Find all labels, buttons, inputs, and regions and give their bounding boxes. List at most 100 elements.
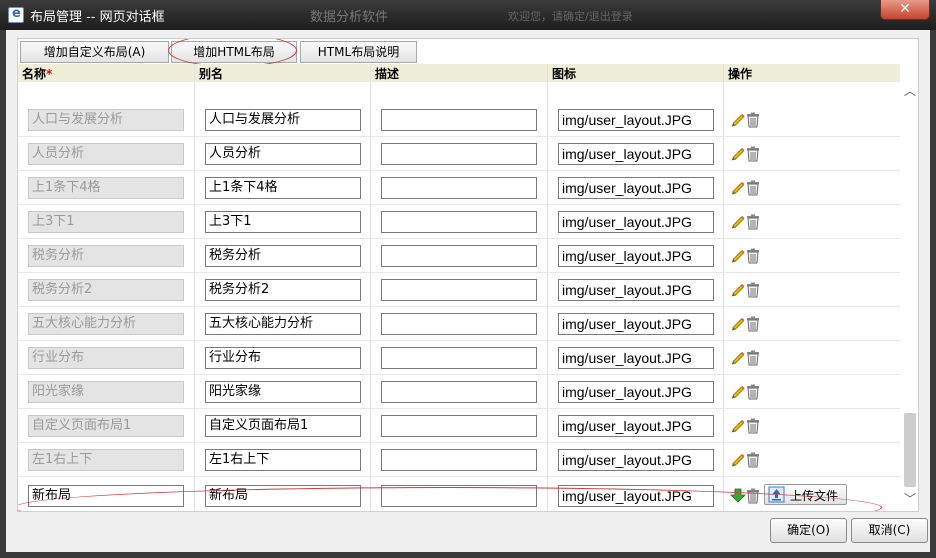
name-field-readonly: 左1右上下	[28, 449, 184, 471]
cancel-button[interactable]: 取消(C)	[851, 518, 928, 543]
scroll-thumb[interactable]	[904, 413, 916, 487]
description-input[interactable]	[381, 109, 537, 131]
table-row: 左1右上下 左1右上下 img/user_layout.JPG	[18, 443, 900, 477]
alias-input[interactable]: 阳光家缘	[205, 381, 361, 403]
name-field-readonly: 阳光家缘	[28, 381, 184, 403]
icon-path-input[interactable]: img/user_layout.JPG	[558, 211, 714, 233]
new-name-input[interactable]: 新布局	[28, 485, 184, 507]
alias-input[interactable]: 人员分析	[205, 143, 361, 165]
pencil-icon[interactable]	[730, 418, 746, 434]
description-input[interactable]	[381, 245, 537, 267]
pencil-icon[interactable]	[730, 384, 746, 400]
description-input[interactable]	[381, 381, 537, 403]
pencil-icon[interactable]	[730, 316, 746, 332]
icon-path-input[interactable]: img/user_layout.JPG	[558, 109, 714, 131]
trash-icon[interactable]	[746, 214, 760, 230]
header-operations: 操作	[728, 67, 753, 81]
trash-icon[interactable]	[746, 418, 760, 434]
pencil-icon[interactable]	[730, 146, 746, 162]
alias-input[interactable]: 自定义页面布局1	[205, 415, 361, 437]
pencil-icon[interactable]	[730, 248, 746, 264]
trash-icon[interactable]	[746, 248, 760, 264]
upload-file-button[interactable]: 上传文件	[764, 484, 847, 505]
table-row: 税务分析 税务分析 img/user_layout.JPG	[18, 239, 900, 273]
table-row: 人员分析 人员分析 img/user_layout.JPG	[18, 137, 900, 171]
tab-add-custom-layout[interactable]: 增加自定义布局(A)	[20, 41, 169, 63]
trash-icon[interactable]	[746, 146, 760, 162]
icon-path-input[interactable]: img/user_layout.JPG	[558, 279, 714, 301]
icon-path-input[interactable]: img/user_layout.JPG	[558, 313, 714, 335]
name-field-readonly: 上3下1	[28, 211, 184, 233]
description-input[interactable]	[381, 449, 537, 471]
vertical-scrollbar[interactable]: ︿ ﹀	[902, 82, 918, 511]
upload-file-label: 上传文件	[790, 489, 839, 503]
description-input[interactable]	[381, 211, 537, 233]
header-alias: 别名	[199, 67, 224, 81]
name-field-readonly: 人口与发展分析	[28, 109, 184, 131]
header-icon: 图标	[552, 67, 577, 81]
layout-panel: 增加自定义布局(A) 增加HTML布局 HTML布局说明 名称* 别名 描述 图…	[17, 38, 919, 512]
new-layout-row: 新布局 新布局 img/user_layout.JPG 上传文件	[18, 479, 900, 511]
icon-path-input[interactable]: img/user_layout.JPG	[558, 245, 714, 267]
description-input[interactable]	[381, 143, 537, 165]
description-input[interactable]	[381, 347, 537, 369]
icon-path-input[interactable]: img/user_layout.JPG	[558, 177, 714, 199]
name-field-readonly: 自定义页面布局1	[28, 415, 184, 437]
name-field-readonly: 上1条下4格	[28, 177, 184, 199]
trash-icon[interactable]	[746, 350, 760, 366]
icon-path-input[interactable]: img/user_layout.JPG	[558, 143, 714, 165]
icon-path-input[interactable]: img/user_layout.JPG	[558, 381, 714, 403]
pencil-icon[interactable]	[730, 112, 746, 128]
alias-input[interactable]: 行业分布	[205, 347, 361, 369]
description-input[interactable]	[381, 415, 537, 437]
trash-icon[interactable]	[746, 282, 760, 298]
new-icon-path-input[interactable]: img/user_layout.JPG	[558, 485, 714, 507]
description-input[interactable]	[381, 177, 537, 199]
dialog-body: 增加自定义布局(A) 增加HTML布局 HTML布局说明 名称* 别名 描述 图…	[6, 30, 930, 552]
icon-path-input[interactable]: img/user_layout.JPG	[558, 347, 714, 369]
trash-icon[interactable]	[746, 316, 760, 332]
ok-button[interactable]: 确定(O)	[770, 518, 847, 543]
table-row: 阳光家缘 阳光家缘 img/user_layout.JPG	[18, 375, 900, 409]
trash-icon[interactable]	[746, 452, 760, 468]
name-field-readonly: 税务分析2	[28, 279, 184, 301]
header-name: 名称*	[22, 67, 53, 81]
trash-icon[interactable]	[746, 180, 760, 196]
new-description-input[interactable]	[381, 485, 537, 507]
icon-path-input[interactable]: img/user_layout.JPG	[558, 415, 714, 437]
alias-input[interactable]: 税务分析2	[205, 279, 361, 301]
trash-icon[interactable]	[746, 112, 760, 128]
name-field-readonly: 税务分析	[28, 245, 184, 267]
name-field-readonly: 行业分布	[28, 347, 184, 369]
alias-input[interactable]: 五大核心能力分析	[205, 313, 361, 335]
trash-icon[interactable]	[746, 384, 760, 400]
close-window-button[interactable]: ✕	[880, 0, 930, 20]
table-row: 税务分析2 税务分析2 img/user_layout.JPG	[18, 273, 900, 307]
tab-add-html-layout[interactable]: 增加HTML布局	[171, 41, 297, 63]
tab-html-layout-help[interactable]: HTML布局说明	[300, 41, 417, 63]
alias-input[interactable]: 税务分析	[205, 245, 361, 267]
table-row: 行业分布 行业分布 img/user_layout.JPG	[18, 341, 900, 375]
pencil-icon[interactable]	[730, 180, 746, 196]
ie-app-icon	[8, 6, 24, 23]
download-arrow-icon[interactable]	[730, 488, 746, 504]
icon-path-input[interactable]: img/user_layout.JPG	[558, 449, 714, 471]
trash-icon[interactable]	[746, 488, 760, 504]
pencil-icon[interactable]	[730, 452, 746, 468]
name-field-readonly: 人员分析	[28, 143, 184, 165]
alias-input[interactable]: 上3下1	[205, 211, 361, 233]
alias-input[interactable]: 人口与发展分析	[205, 109, 361, 131]
description-input[interactable]	[381, 313, 537, 335]
alias-input[interactable]: 上1条下4格	[205, 177, 361, 199]
pencil-icon[interactable]	[730, 282, 746, 298]
description-input[interactable]	[381, 279, 537, 301]
scroll-down-arrow-icon[interactable]: ﹀	[902, 490, 918, 510]
table-row: 自定义页面布局1 自定义页面布局1 img/user_layout.JPG	[18, 409, 900, 443]
pencil-icon[interactable]	[730, 214, 746, 230]
table-row: 五大核心能力分析 五大核心能力分析 img/user_layout.JPG	[18, 307, 900, 341]
alias-input[interactable]: 左1右上下	[205, 449, 361, 471]
scroll-up-arrow-icon[interactable]: ︿	[902, 82, 918, 102]
pencil-icon[interactable]	[730, 350, 746, 366]
new-alias-input[interactable]: 新布局	[205, 485, 361, 507]
window-title: 布局管理 -- 网页对话框	[30, 10, 165, 25]
